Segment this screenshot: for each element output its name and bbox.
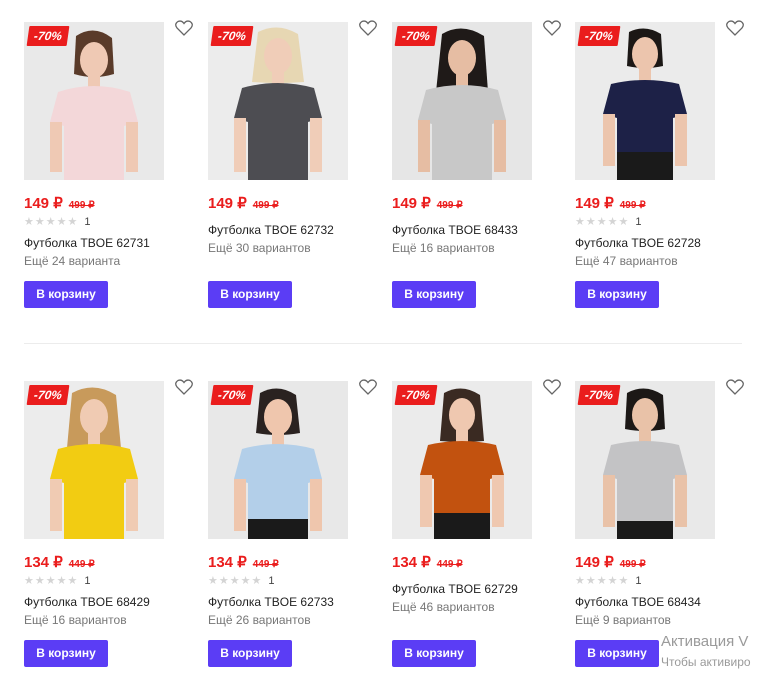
price-block: 149 ₽ 499 ₽ [392, 194, 463, 214]
discount-badge: -70% [210, 26, 254, 46]
variants-count[interactable]: Ещё 9 вариантов [575, 613, 671, 627]
variants-count[interactable]: Ещё 24 варианта [24, 254, 120, 268]
add-to-cart-button[interactable]: В корзину [392, 281, 476, 308]
rating: ★★★★★ 1 [24, 574, 90, 588]
add-to-cart-button[interactable]: В корзину [24, 640, 108, 667]
product-title[interactable]: Футболка TBOE 62733 [208, 595, 334, 609]
product-image[interactable]: -70% [24, 381, 164, 539]
price-block: 134 ₽ 449 ₽ [24, 553, 95, 573]
product-title[interactable]: Футболка TBOE 62732 [208, 223, 334, 237]
product-image[interactable]: -70% [575, 381, 715, 539]
price-block: 149 ₽ 499 ₽ [24, 194, 95, 214]
current-price: 149 ₽ [208, 195, 247, 212]
product-title[interactable]: Футболка TBOE 68434 [575, 595, 701, 609]
product-title[interactable]: Футболка TBOE 68433 [392, 223, 518, 237]
rating: ★★★★★ 1 [575, 215, 641, 229]
product-image[interactable]: -70% [392, 22, 532, 180]
product-image[interactable]: -70% [24, 22, 164, 180]
discount-badge: -70% [577, 26, 621, 46]
rating-stars-icon: ★★★★★ [575, 575, 630, 587]
rating-count: 1 [84, 575, 91, 587]
rating-count: 1 [84, 216, 91, 228]
product-title[interactable]: Футболка TBOE 62729 [392, 582, 518, 596]
old-price: 499 ₽ [436, 200, 463, 211]
variants-count[interactable]: Ещё 26 вариантов [208, 613, 311, 627]
add-to-cart-button[interactable]: В корзину [575, 640, 659, 667]
add-to-cart-button[interactable]: В корзину [24, 281, 108, 308]
product-image[interactable]: -70% [208, 22, 348, 180]
old-price: 499 ₽ [68, 200, 95, 211]
variants-count[interactable]: Ещё 46 вариантов [392, 600, 495, 614]
add-to-cart-button[interactable]: В корзину [208, 640, 292, 667]
product-title[interactable]: Футболка TBOE 62731 [24, 236, 150, 250]
price-block: 134 ₽ 449 ₽ [208, 553, 279, 573]
rating-stars-icon: ★★★★★ [24, 216, 79, 228]
rating-stars-icon: ★★★★★ [208, 575, 263, 587]
current-price: 149 ₽ [24, 195, 63, 212]
activation-subtitle: Чтобы активиро [661, 655, 751, 669]
product-grid: -70% 149 ₽ 499 ₽ ★★★★★ 1 Футболка TBOE 627… [0, 0, 770, 692]
old-price: 449 ₽ [252, 559, 279, 570]
rating-count: 1 [268, 575, 275, 587]
current-price: 134 ₽ [24, 554, 63, 571]
rating-stars-icon: ★★★★★ [575, 216, 630, 228]
current-price: 134 ₽ [208, 554, 247, 571]
product-image[interactable]: -70% [392, 381, 532, 539]
product-title[interactable]: Футболка TBOE 62728 [575, 236, 701, 250]
product-title[interactable]: Футболка TBOE 68429 [24, 595, 150, 609]
current-price: 149 ₽ [575, 554, 614, 571]
product-card[interactable]: -70% 149 ₽ 499 ₽ ★★★★★ 1 Футболка TBOE 627… [551, 18, 744, 338]
rating: ★★★★★ 1 [575, 574, 641, 588]
product-card[interactable]: -70% 149 ₽ 499 ₽ ★★★★★ 1 Футболка TBOE 627… [0, 18, 193, 338]
discount-badge: -70% [394, 26, 438, 46]
variants-count[interactable]: Ещё 30 вариантов [208, 241, 311, 255]
discount-badge: -70% [394, 385, 438, 405]
product-card[interactable]: -70% 149 ₽ 499 ₽ Футболка TBOE 62732 Ещё … [184, 18, 377, 338]
old-price: 449 ₽ [68, 559, 95, 570]
heart-icon[interactable] [726, 379, 744, 395]
price-block: 149 ₽ 499 ₽ [575, 194, 646, 214]
price-block: 149 ₽ 499 ₽ [575, 553, 646, 573]
variants-count[interactable]: Ещё 47 вариантов [575, 254, 678, 268]
row-divider [24, 343, 742, 344]
activation-watermark: Активация V Чтобы активиро [661, 633, 751, 669]
add-to-cart-button[interactable]: В корзину [208, 281, 292, 308]
current-price: 149 ₽ [392, 195, 431, 212]
product-card[interactable]: -70% 134 ₽ 449 ₽ Футболка TBOE 62729 Ещё … [368, 377, 561, 697]
old-price: 499 ₽ [619, 200, 646, 211]
add-to-cart-button[interactable]: В корзину [575, 281, 659, 308]
rating: ★★★★★ 1 [208, 574, 274, 588]
discount-badge: -70% [26, 385, 70, 405]
rating-count: 1 [635, 575, 642, 587]
old-price: 499 ₽ [252, 200, 279, 211]
heart-icon[interactable] [726, 20, 744, 36]
discount-badge: -70% [210, 385, 254, 405]
price-block: 149 ₽ 499 ₽ [208, 194, 279, 214]
variants-count[interactable]: Ещё 16 вариантов [24, 613, 127, 627]
discount-badge: -70% [26, 26, 70, 46]
current-price: 134 ₽ [392, 554, 431, 571]
rating-stars-icon: ★★★★★ [24, 575, 79, 587]
product-image[interactable]: -70% [575, 22, 715, 180]
old-price: 449 ₽ [436, 559, 463, 570]
add-to-cart-button[interactable]: В корзину [392, 640, 476, 667]
price-block: 134 ₽ 449 ₽ [392, 553, 463, 573]
product-image[interactable]: -70% [208, 381, 348, 539]
product-card[interactable]: -70% 134 ₽ 449 ₽ ★★★★★ 1 Футболка TBOE 627… [184, 377, 377, 697]
product-card[interactable]: -70% 149 ₽ 499 ₽ Футболка TBOE 68433 Ещё … [368, 18, 561, 338]
product-card[interactable]: -70% 134 ₽ 449 ₽ ★★★★★ 1 Футболка TBOE 684… [0, 377, 193, 697]
rating: ★★★★★ 1 [24, 215, 90, 229]
current-price: 149 ₽ [575, 195, 614, 212]
discount-badge: -70% [577, 385, 621, 405]
variants-count[interactable]: Ещё 16 вариантов [392, 241, 495, 255]
old-price: 499 ₽ [619, 559, 646, 570]
rating-count: 1 [635, 216, 642, 228]
activation-title: Активация V [661, 633, 749, 650]
